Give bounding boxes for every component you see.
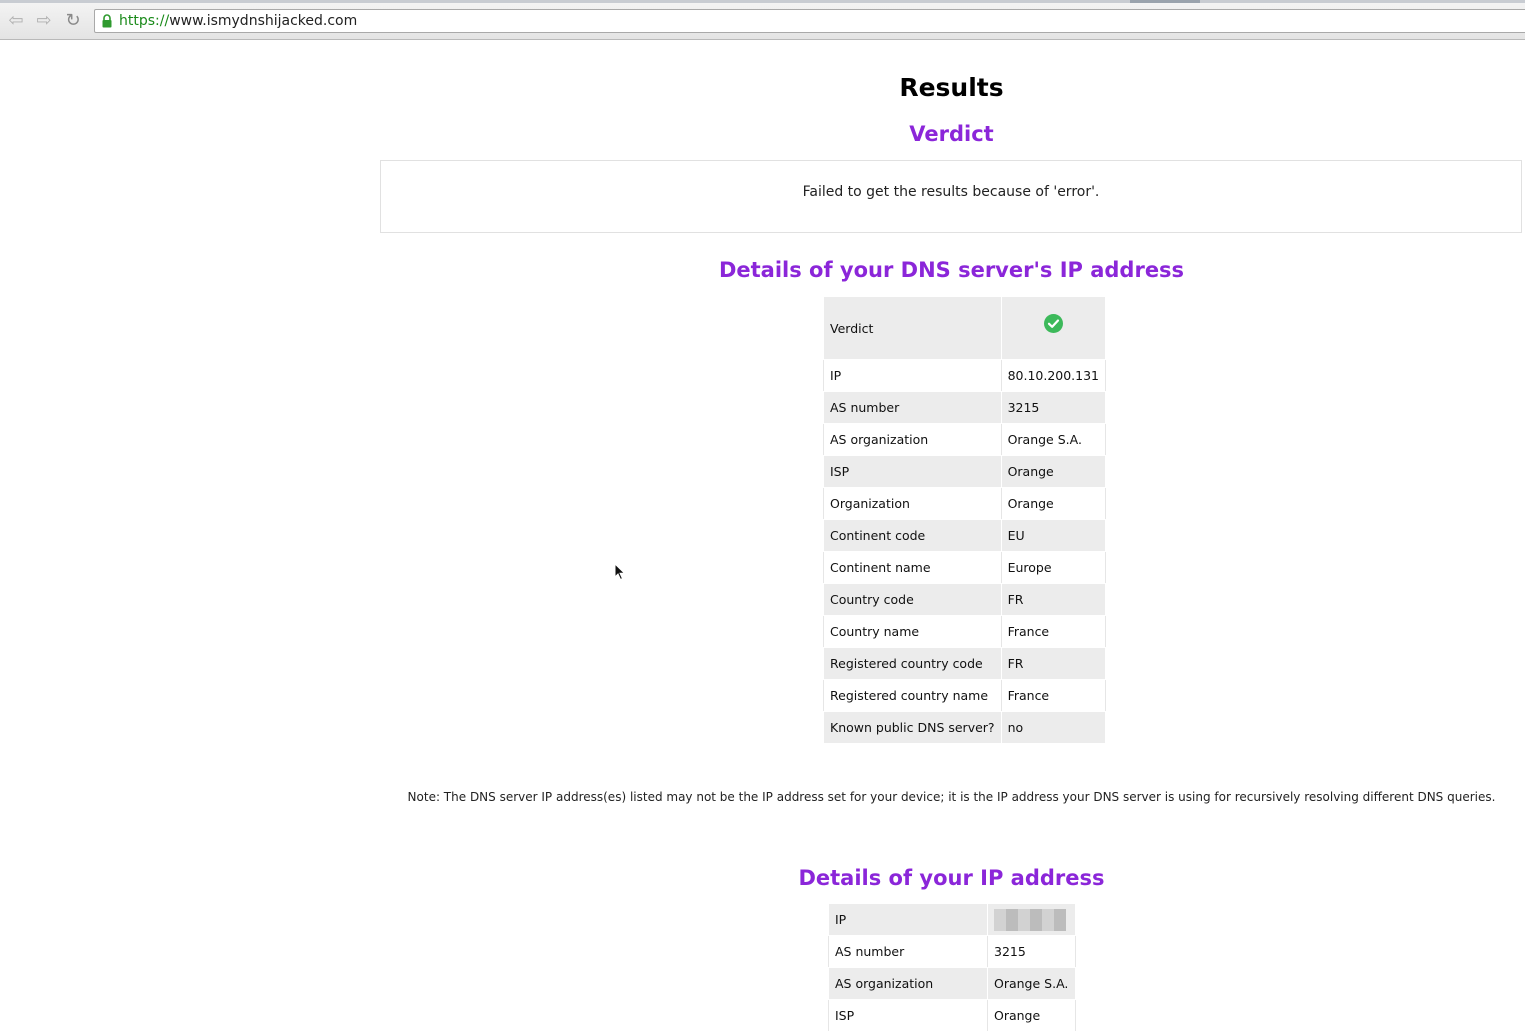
dns-details-heading: Details of your DNS server's IP address <box>718 258 1185 282</box>
dns-row-key: IP <box>823 359 1002 392</box>
dns-verdict-label: Verdict <box>823 296 1002 360</box>
dns-row-value: Orange S.A. <box>1000 423 1107 456</box>
dns-row-value: 3215 <box>1000 391 1107 424</box>
table-row: AS number 3215 <box>823 391 1107 424</box>
table-row: Organization Orange <box>823 487 1107 520</box>
dns-row-key: Registered country code <box>823 647 1002 680</box>
ip-row-key: AS organization <box>828 967 988 1000</box>
table-row: AS organization Orange S.A. <box>828 967 1076 1000</box>
back-arrow-icon[interactable]: ⇦ <box>4 9 28 33</box>
table-row: Registered country name France <box>823 679 1107 712</box>
dns-row-value: Orange <box>1000 487 1107 520</box>
forward-arrow-icon[interactable]: ⇨ <box>32 9 56 33</box>
ip-row-value: 3215 <box>987 935 1076 968</box>
table-row: AS organization Orange S.A. <box>823 423 1107 456</box>
table-row: ISP Orange <box>828 999 1076 1032</box>
dns-row-value: EU <box>1000 519 1107 552</box>
dns-row-key: Continent name <box>823 551 1002 584</box>
dns-row-value: FR <box>1000 647 1107 680</box>
dns-note: Note: The DNS server IP address(es) list… <box>407 790 1496 804</box>
address-bar[interactable]: https://www.ismydnshijacked.com <box>94 9 1525 33</box>
verdict-box: Failed to get the results because of 'er… <box>380 160 1522 233</box>
dns-row-value: Orange <box>1000 455 1107 488</box>
lock-icon <box>102 14 112 28</box>
dns-row-value: no <box>1000 711 1107 744</box>
table-row: Registered country code FR <box>823 647 1107 680</box>
table-row: ISP Orange <box>823 455 1107 488</box>
reload-icon[interactable]: ↻ <box>61 9 85 33</box>
dns-row-key: AS number <box>823 391 1002 424</box>
page-title: Results <box>899 73 1004 102</box>
check-circle-icon <box>1043 314 1063 333</box>
table-row: IP 80.10.200.131 <box>823 359 1107 392</box>
url-text[interactable]: https://www.ismydnshijacked.com <box>119 13 357 29</box>
ip-row-value: Orange <box>987 999 1076 1032</box>
dns-row-key: Continent code <box>823 519 1002 552</box>
url-host: www.ismydnshijacked.com <box>169 13 358 29</box>
dns-row-key: Country name <box>823 615 1002 648</box>
ip-row-value <box>987 903 1076 936</box>
dns-row-value: FR <box>1000 583 1107 616</box>
page-content: Results Verdict Failed to get the result… <box>0 40 1525 1032</box>
ip-row-key: AS number <box>828 935 988 968</box>
verdict-message: Failed to get the results because of 'er… <box>802 184 1100 200</box>
dns-verdict-value <box>1000 296 1107 360</box>
dns-row-value: 80.10.200.131 <box>1000 359 1107 392</box>
ip-row-value: Orange S.A. <box>987 967 1076 1000</box>
dns-row-key: Country code <box>823 583 1002 616</box>
ip-details-table: IP AS number 3215 AS organization Orange S.A… <box>828 903 1076 1032</box>
ip-details-heading: Details of your IP address <box>798 866 1105 890</box>
dns-row-key: AS organization <box>823 423 1002 456</box>
dns-row-key: ISP <box>823 455 1002 488</box>
ip-row-key: ISP <box>828 999 988 1032</box>
redacted-ip-block <box>994 908 1066 931</box>
dns-details-table: Verdict IP 80.10.200.131 AS number 3215 AS o… <box>823 296 1107 744</box>
table-row: IP <box>828 903 1076 936</box>
ip-row-key: IP <box>828 903 988 936</box>
dns-row-key: Organization <box>823 487 1002 520</box>
table-row: AS number 3215 <box>828 935 1076 968</box>
table-row: Continent name Europe <box>823 551 1107 584</box>
dns-row-value: France <box>1000 679 1107 712</box>
table-row: Country code FR <box>823 583 1107 616</box>
dns-row-value: France <box>1000 615 1107 648</box>
table-row: Continent code EU <box>823 519 1107 552</box>
dns-row-value: Europe <box>1000 551 1107 584</box>
table-row: Country name France <box>823 615 1107 648</box>
table-row: Known public DNS server? no <box>823 711 1107 744</box>
table-row: Verdict <box>823 296 1107 360</box>
browser-toolbar: ⇦ ⇨ ↻ https://www.ismydnshijacked.com <box>0 3 1525 40</box>
dns-row-key: Registered country name <box>823 679 1002 712</box>
mouse-cursor-icon <box>614 563 626 581</box>
url-scheme: https:// <box>119 13 170 29</box>
dns-row-key: Known public DNS server? <box>823 711 1002 744</box>
verdict-heading: Verdict <box>909 122 994 146</box>
